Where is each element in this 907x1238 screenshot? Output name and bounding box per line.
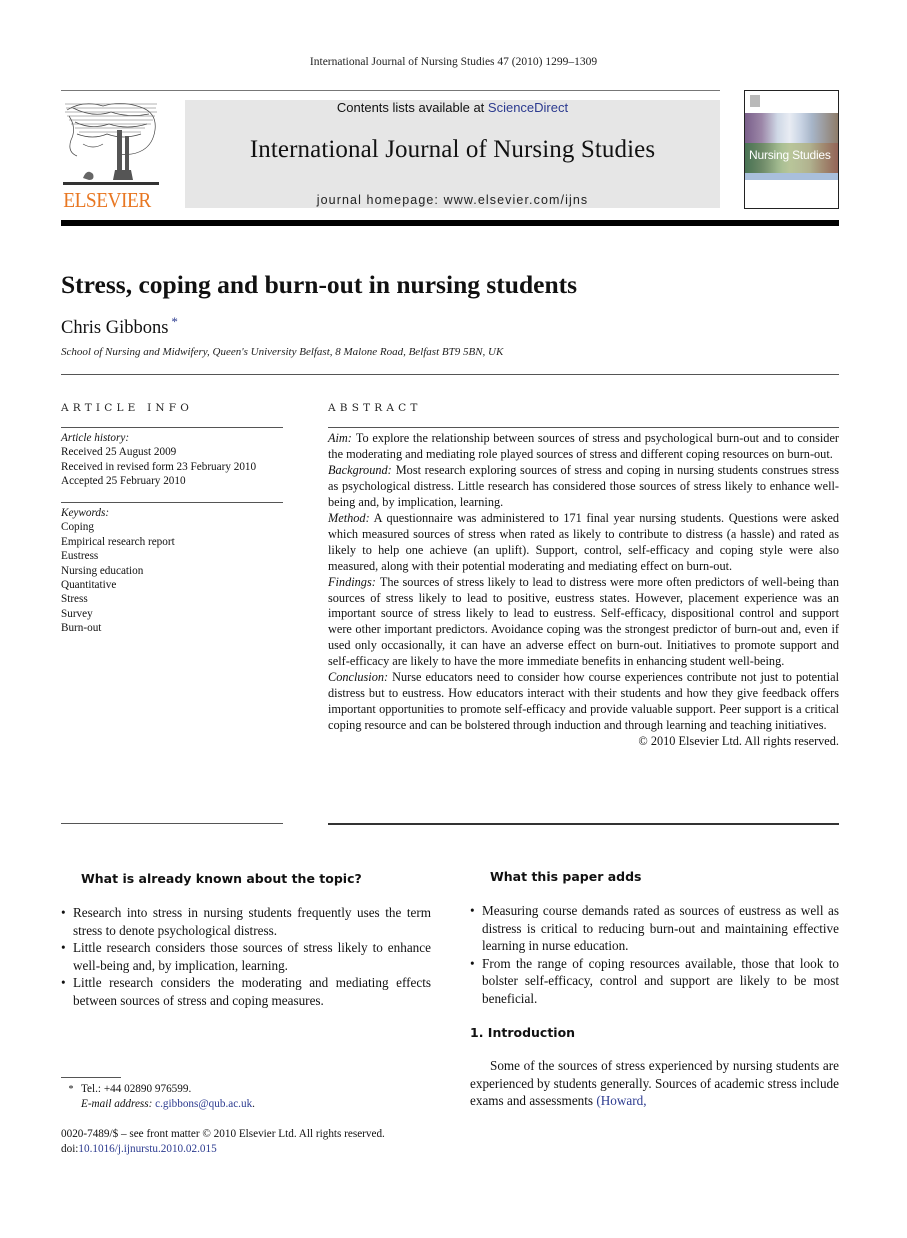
keyword: Empirical research report	[61, 535, 175, 548]
known-heading: What is already known about the topic?	[81, 871, 362, 886]
abstract-label: ABSTRACT	[328, 402, 422, 414]
adds-item-text: From the range of coping resources avail…	[482, 955, 839, 1006]
known-item: • Little research considers those sources…	[61, 939, 431, 974]
adds-list: • Measuring course demands rated as sourc…	[470, 902, 839, 1008]
contents-prefix: Contents lists available at	[336, 100, 488, 115]
abstract-findings: Findings: The sources of stress likely to…	[328, 575, 839, 671]
keywords: Keywords: Coping Empirical research repo…	[61, 506, 291, 636]
bullet-icon: •	[61, 975, 66, 991]
known-item: • Research into stress in nursing student…	[61, 904, 431, 939]
history-received: Received 25 August 2009	[61, 446, 177, 459]
keyword: Coping	[61, 521, 94, 534]
introduction-paragraph: Some of the sources of stress experience…	[470, 1057, 839, 1110]
footnote-divider	[61, 1077, 121, 1078]
abstract: Aim: To explore the relationship between …	[328, 431, 839, 750]
elsevier-logo[interactable]: ELSEVIER	[61, 100, 161, 212]
bullet-icon: •	[61, 940, 66, 956]
known-item: • Little research considers the moderatin…	[61, 974, 431, 1009]
abstract-end-divider	[328, 823, 839, 825]
cover-image	[745, 113, 838, 173]
abstract-background-label: Background:	[328, 462, 392, 477]
abstract-method-label: Method:	[328, 510, 370, 525]
affiliation: School of Nursing and Midwifery, Queen's…	[61, 346, 504, 358]
journal-title: International Journal of Nursing Studies	[249, 136, 656, 163]
title-divider	[61, 374, 839, 375]
abstract-conclusion-label: Conclusion:	[328, 670, 389, 685]
abstract-method-text: A questionnaire was administered to 171 …	[328, 510, 839, 573]
running-header: International Journal of Nursing Studies…	[309, 56, 598, 68]
known-item-text: Research into stress in nursing students…	[73, 905, 431, 938]
keyword: Stress	[61, 593, 88, 606]
keyword: Nursing education	[61, 564, 144, 577]
bullet-icon: •	[61, 905, 66, 920]
article-info-label: ARTICLE INFO	[61, 402, 194, 414]
masthead-top-rule	[61, 90, 720, 91]
contents-line: Contents lists available at ScienceDirec…	[185, 100, 720, 115]
introduction-heading: 1. Introduction	[470, 1025, 576, 1040]
footnote-mark: *	[68, 1084, 74, 1095]
article-info-divider	[61, 427, 283, 428]
journal-cover[interactable]: Nursing Studies	[744, 90, 839, 209]
abstract-method: Method: A questionnaire was administered …	[328, 511, 839, 575]
article-info-end-divider	[61, 823, 283, 824]
history-revised: Received in revised form 23 February 201…	[61, 460, 257, 473]
publisher-name: ELSEVIER	[63, 188, 151, 212]
sciencedirect-link[interactable]: ScienceDirect	[488, 100, 568, 115]
abstract-copyright: © 2010 Elsevier Ltd. All rights reserved…	[638, 734, 839, 749]
author-name[interactable]: Chris Gibbons	[61, 318, 168, 338]
cover-publisher-icon	[750, 95, 760, 107]
bullet-icon: •	[470, 903, 475, 918]
abstract-background: Background: Most research exploring sourc…	[328, 463, 839, 511]
doi-link[interactable]: 10.1016/j.ijnurstu.2010.02.015	[78, 1143, 216, 1155]
abstract-findings-text: The sources of stress likely to lead to …	[328, 574, 839, 669]
abstract-background-text: Most research exploring sources of stres…	[328, 462, 839, 509]
email-label: E-mail address:	[81, 1098, 153, 1110]
tree-icon	[63, 103, 159, 185]
abstract-findings-label: Findings:	[328, 574, 376, 589]
keyword: Eustress	[61, 550, 99, 563]
article-history: Article history: Received 25 August 2009…	[61, 431, 291, 489]
adds-item: • From the range of coping resources avai…	[470, 955, 839, 1008]
keyword: Quantitative	[61, 579, 117, 592]
doi-prefix: doi:	[61, 1143, 79, 1155]
keyword: Survey	[61, 607, 93, 620]
adds-item-text: Measuring course demands rated as source…	[482, 903, 839, 954]
history-label: Article history:	[61, 432, 130, 444]
masthead-box: Contents lists available at ScienceDirec…	[185, 100, 720, 208]
known-list: • Research into stress in nursing student…	[61, 904, 431, 1010]
adds-heading: What this paper adds	[490, 869, 642, 884]
footnote-tel: * Tel.: +44 02890 976599.	[61, 1082, 192, 1097]
keywords-label: Keywords:	[61, 507, 110, 519]
bullet-icon: •	[470, 955, 475, 971]
abstract-divider	[328, 427, 839, 428]
abstract-aim: Aim: To explore the relationship between …	[328, 431, 839, 463]
article-title: Stress, coping and burn-out in nursing s…	[61, 270, 578, 299]
introduction-text: Some of the sources of stress experience…	[470, 1058, 839, 1109]
abstract-aim-text: To explore the relationship between sour…	[328, 431, 839, 461]
email-link[interactable]: c.gibbons@qub.ac.uk	[155, 1098, 252, 1110]
known-item-text: Little research considers those sources …	[73, 940, 431, 973]
cover-band	[745, 173, 838, 180]
abstract-conclusion: Conclusion: Nurse educators need to consi…	[328, 670, 839, 734]
front-matter: 0020-7489/$ – see front matter © 2010 El…	[61, 1128, 385, 1140]
history-accepted: Accepted 25 February 2010	[61, 475, 186, 488]
keywords-divider	[61, 502, 283, 503]
footnote-email: E-mail address: c.gibbons@qub.ac.uk.	[81, 1098, 255, 1110]
author-footnote-mark[interactable]: *	[171, 314, 178, 329]
author: Chris Gibbons *	[61, 314, 178, 339]
footnote-tel-text: Tel.: +44 02890 976599.	[81, 1083, 192, 1095]
cover-title: Nursing Studies	[749, 148, 831, 162]
known-item-text: Little research considers the moderating…	[73, 975, 431, 1008]
masthead-divider	[61, 220, 839, 226]
journal-homepage[interactable]: journal homepage: www.elsevier.com/ijns	[185, 193, 720, 207]
abstract-conclusion-text: Nurse educators need to consider how cou…	[328, 670, 839, 733]
abstract-aim-label: Aim:	[328, 431, 352, 445]
doi-line: doi:10.1016/j.ijnurstu.2010.02.015	[61, 1142, 217, 1157]
citation-link[interactable]: (Howard,	[596, 1093, 646, 1108]
adds-item: • Measuring course demands rated as sourc…	[470, 902, 839, 955]
keyword: Burn-out	[61, 622, 102, 635]
